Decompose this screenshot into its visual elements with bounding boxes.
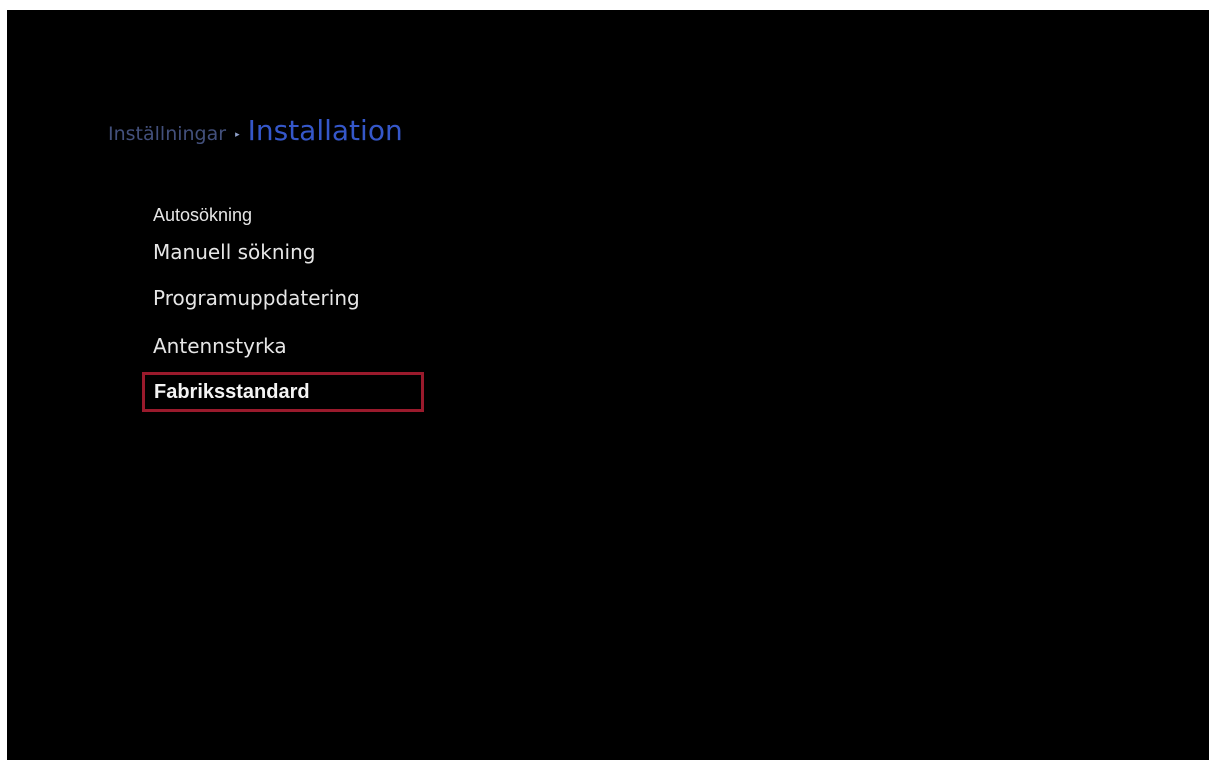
menu-item-autosokning[interactable]: Autosökning — [153, 205, 252, 226]
tv-settings-screen: Inställningar ▸ Installation Autosökning… — [7, 10, 1209, 760]
menu-item-programuppdatering[interactable]: Programuppdatering — [153, 286, 360, 310]
breadcrumb-parent[interactable]: Inställningar — [108, 123, 226, 145]
menu-item-fabriksstandard-selected[interactable]: Fabriksstandard — [142, 372, 424, 412]
breadcrumb: Inställningar ▸ Installation — [108, 114, 403, 150]
menu-item-manuell-sokning[interactable]: Manuell sökning — [153, 240, 315, 264]
menu-item-antennstyrka[interactable]: Antennstyrka — [153, 334, 287, 358]
page-title: Installation — [247, 114, 403, 147]
breadcrumb-separator-icon: ▸ — [235, 130, 240, 140]
